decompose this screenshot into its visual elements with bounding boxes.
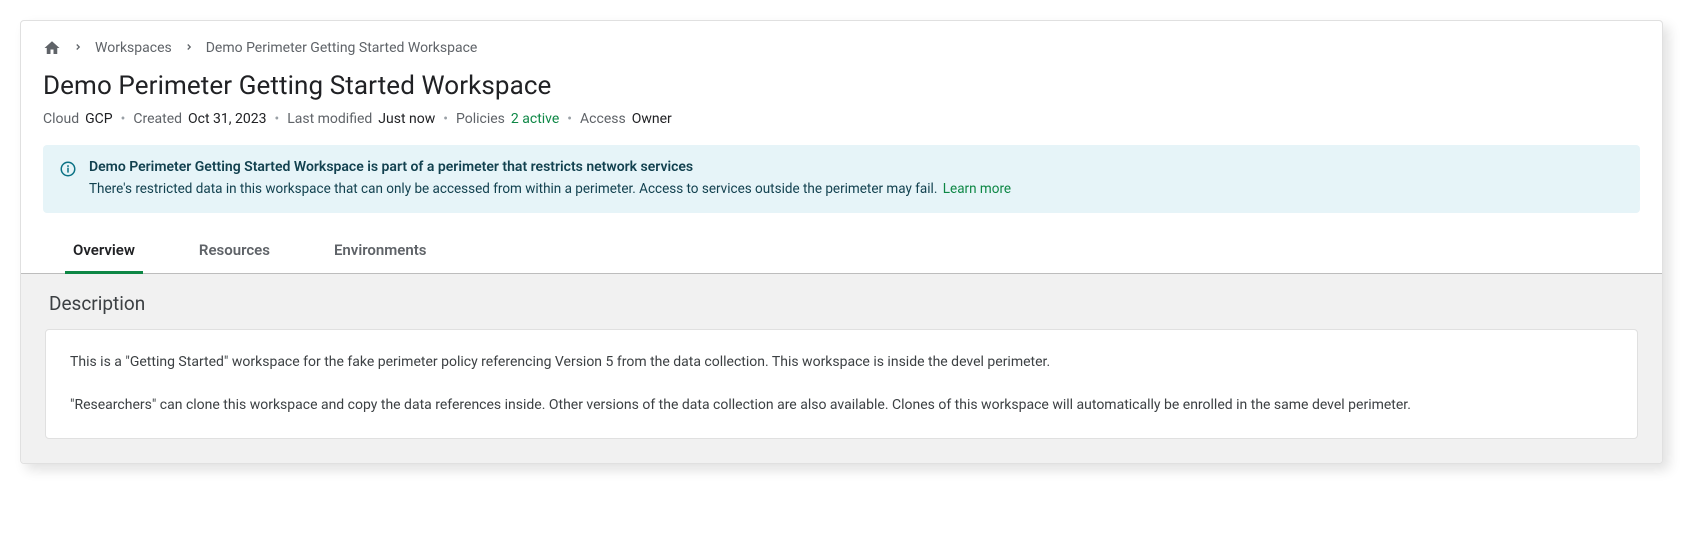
meta-cloud-value: GCP (85, 111, 112, 127)
tab-environments[interactable]: Environments (326, 227, 435, 274)
meta-created-label: Created (133, 111, 182, 127)
meta-separator: • (272, 111, 281, 127)
alert-content: Demo Perimeter Getting Started Workspace… (89, 159, 1624, 197)
meta-separator: • (441, 111, 450, 127)
page-title: Demo Perimeter Getting Started Workspace (43, 71, 1640, 101)
info-icon (59, 160, 77, 178)
description-heading: Description (45, 292, 1638, 315)
alert-title: Demo Perimeter Getting Started Workspace… (89, 159, 1624, 175)
meta-separator: • (119, 111, 128, 127)
meta-access-value: Owner (632, 111, 672, 127)
workspace-page-card: Workspaces Demo Perimeter Getting Starte… (20, 20, 1663, 464)
meta-policies-value[interactable]: 2 active (511, 111, 559, 127)
description-paragraph-2: "Researchers" can clone this workspace a… (70, 395, 1613, 416)
meta-modified-label: Last modified (287, 111, 372, 127)
alert-body-text: There's restricted data in this workspac… (89, 181, 937, 197)
meta-separator: • (565, 111, 574, 127)
meta-cloud-label: Cloud (43, 111, 79, 127)
home-icon[interactable] (43, 39, 61, 57)
overview-content: Description This is a "Getting Started" … (21, 274, 1662, 463)
tab-resources[interactable]: Resources (191, 227, 278, 274)
meta-created-value: Oct 31, 2023 (188, 111, 266, 127)
tabs: Overview Resources Environments (21, 227, 1662, 274)
meta-policies-label: Policies (456, 111, 505, 127)
meta-modified-value: Just now (378, 111, 435, 127)
breadcrumb-current: Demo Perimeter Getting Started Workspace (206, 40, 478, 56)
breadcrumb-workspaces-link[interactable]: Workspaces (95, 40, 172, 56)
chevron-right-icon (184, 41, 194, 56)
tab-overview[interactable]: Overview (65, 227, 143, 274)
meta-access-label: Access (580, 111, 626, 127)
alert-body: There's restricted data in this workspac… (89, 181, 1624, 197)
header-area: Workspaces Demo Perimeter Getting Starte… (21, 21, 1662, 127)
learn-more-link[interactable]: Learn more (943, 181, 1011, 197)
description-paragraph-1: This is a "Getting Started" workspace fo… (70, 352, 1613, 373)
chevron-right-icon (73, 41, 83, 56)
perimeter-alert: Demo Perimeter Getting Started Workspace… (43, 145, 1640, 213)
description-card: This is a "Getting Started" workspace fo… (45, 329, 1638, 439)
breadcrumb: Workspaces Demo Perimeter Getting Starte… (43, 39, 1640, 57)
workspace-meta: Cloud GCP • Created Oct 31, 2023 • Last … (43, 111, 1640, 127)
